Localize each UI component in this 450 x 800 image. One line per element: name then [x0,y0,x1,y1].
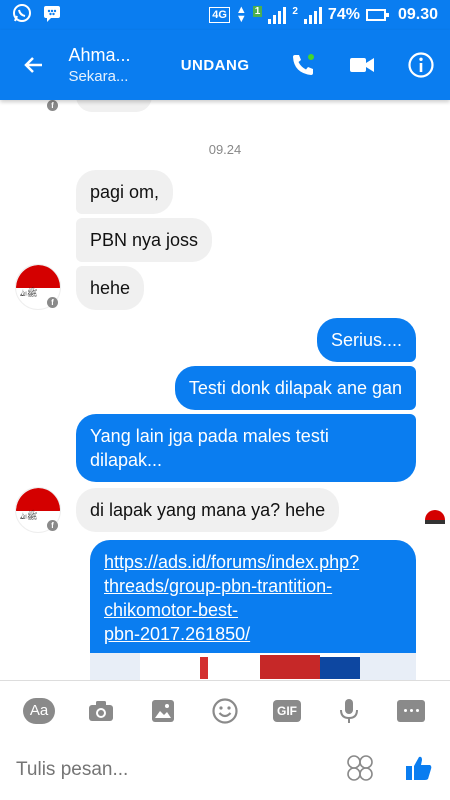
message-line: Yang lain jga pada males testi [90,426,329,446]
message-link[interactable]: chikomotor-best- [104,598,402,622]
back-button[interactable] [0,30,68,100]
message-bubble[interactable]: hehe [76,266,145,310]
like-button[interactable] [404,753,434,788]
battery-percent: 74% [327,6,360,23]
voice-call-button[interactable] [274,30,333,100]
camera-button[interactable] [81,691,121,731]
message-bubble-outgoing[interactable]: Yang lain jga pada males testi dilapak..… [76,414,416,482]
message-bubble[interactable]: di lapak yang mana ya? hehe [76,488,340,532]
status-bar: 4G ▲ ▼ 1 2 74% 09.30 [0,0,450,30]
more-dots-icon [397,699,425,722]
aa-icon: Aa [23,697,55,724]
arrow-left-icon [24,57,43,73]
contact-title[interactable]: Ahma... Sekara... [68,45,166,85]
message-bubble[interactable]: PBN nya joss [76,218,213,262]
message-link[interactable]: https://ads.id/forums/index.php? [104,550,402,574]
composer-toolbar: Aa GIF [0,680,450,740]
message-link[interactable]: threads/group-pbn-trantition- [104,574,402,598]
phone-icon [293,54,315,75]
emoji-button[interactable] [205,691,245,731]
more-button[interactable] [391,691,431,731]
thumbs-up-icon [406,756,432,780]
message-bubble[interactable]: pagi om, [76,170,174,214]
sim2-label: 2 [292,6,298,17]
info-button[interactable] [391,30,450,100]
microphone-icon [340,698,358,723]
video-camera-icon [350,58,374,72]
app-bar: Ahma... Sekara... UNDANG [0,30,450,100]
data-arrows-icon: ▲ ▼ [235,4,247,25]
message-line: dilapak... [90,450,163,470]
contact-name: Ahma... [68,45,131,65]
info-icon [408,52,434,78]
signal-2-icon [303,6,322,24]
whatsapp-icon [12,3,32,28]
gif-button[interactable]: GIF [267,691,307,731]
bbm-icon [42,3,62,28]
image-icon [152,699,174,722]
seen-avatar [425,510,445,524]
message-bubble-outgoing[interactable]: Serius.... [316,318,416,362]
messenger-badge-icon: f [47,100,58,111]
camera-icon [89,700,113,721]
sim1-label: 1 [252,6,263,17]
clock: 09.30 [397,6,438,23]
invite-button[interactable]: UNDANG [166,57,264,74]
message-link[interactable]: pbn-2017.261850/ [104,622,402,646]
messenger-badge-icon: f [47,520,58,531]
link-preview-image[interactable] [90,653,416,680]
video-call-button[interactable] [333,30,392,100]
contact-status: Sekara... [68,68,129,85]
message-input[interactable] [16,759,346,781]
signal-1-icon [268,6,287,24]
composer [0,740,450,800]
sticker-faces-icon [347,754,373,781]
gif-icon: GIF [273,699,301,722]
network-type-badge: 4G [209,7,230,23]
message-timestamp: 09.24 [208,142,242,157]
voice-button[interactable] [329,691,369,731]
sticker-button[interactable] [346,754,374,787]
smiley-icon [212,697,238,724]
message-bubble-partial[interactable] [76,100,152,112]
messenger-badge-icon: f [47,297,58,308]
message-bubble-outgoing[interactable]: Testi donk dilapak ane gan [174,366,416,410]
battery-charging-icon [365,9,389,21]
gallery-button[interactable] [143,691,183,731]
text-style-button[interactable]: Aa [19,691,59,731]
message-list[interactable]: f 09.24 pagi om, PBN nya joss hehe ﷺﷲ f … [0,100,450,680]
